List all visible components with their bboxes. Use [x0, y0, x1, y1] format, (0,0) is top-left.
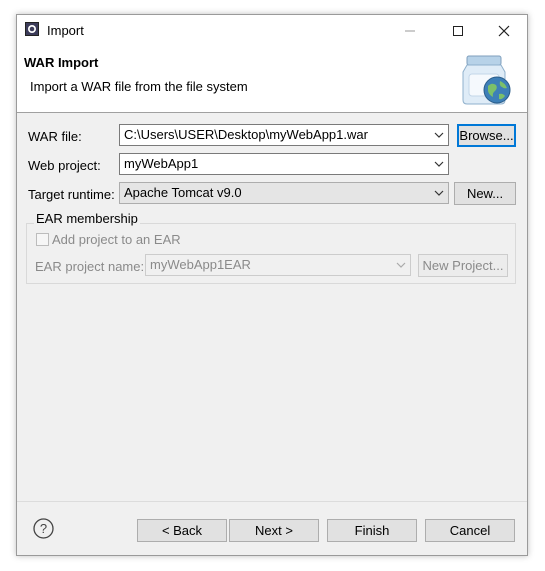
war-file-combo[interactable]: C:\Users\USER\Desktop\myWebApp1.war: [119, 124, 449, 146]
banner-title: WAR Import: [24, 55, 99, 70]
close-icon: [498, 25, 510, 36]
war-file-value: C:\Users\USER\Desktop\myWebApp1.war: [124, 127, 368, 142]
ear-project-value: myWebApp1EAR: [150, 257, 251, 272]
cancel-button[interactable]: Cancel: [425, 519, 515, 542]
next-button[interactable]: Next >: [229, 519, 319, 542]
svg-text:?: ?: [40, 521, 47, 536]
chevron-down-icon: [434, 190, 444, 196]
target-runtime-value: Apache Tomcat v9.0: [124, 185, 242, 200]
new-runtime-button[interactable]: New...: [454, 182, 516, 205]
chevron-down-icon: [434, 161, 444, 167]
ear-project-name-label: EAR project name:: [35, 259, 145, 274]
back-button[interactable]: < Back: [137, 519, 227, 542]
wizard-banner: WAR Import Import a WAR file from the fi…: [17, 46, 527, 113]
title-bar: Import: [17, 15, 527, 46]
close-button[interactable]: [481, 15, 527, 46]
war-import-jar-icon: [462, 55, 511, 105]
chevron-down-icon: [396, 262, 406, 268]
war-file-label: WAR file:: [28, 129, 82, 144]
import-dialog: Import WAR Import Import a WAR file from…: [16, 14, 528, 556]
minimize-button[interactable]: [387, 15, 433, 46]
new-ear-project-button[interactable]: New Project...: [418, 254, 508, 277]
web-project-value: myWebApp1: [124, 156, 199, 171]
add-to-ear-label: Add project to an EAR: [52, 232, 181, 247]
banner-description: Import a WAR file from the file system: [30, 79, 248, 94]
chevron-down-icon: [434, 132, 444, 138]
target-runtime-label: Target runtime:: [28, 187, 115, 202]
web-project-combo[interactable]: myWebApp1: [119, 153, 449, 175]
ear-membership-title: EAR membership: [34, 211, 140, 226]
eclipse-app-icon: [25, 22, 39, 36]
footer-separator: [17, 501, 527, 502]
browse-button[interactable]: Browse...: [457, 124, 516, 147]
target-runtime-combo[interactable]: Apache Tomcat v9.0: [119, 182, 449, 204]
window-title: Import: [47, 23, 84, 38]
finish-button[interactable]: Finish: [327, 519, 417, 542]
add-to-ear-checkbox[interactable]: [36, 233, 49, 246]
web-project-label: Web project:: [28, 158, 101, 173]
minimize-icon: [405, 30, 415, 31]
maximize-icon: [453, 25, 463, 36]
maximize-button[interactable]: [435, 15, 481, 46]
ear-project-combo[interactable]: myWebApp1EAR: [145, 254, 411, 276]
help-icon[interactable]: ?: [33, 518, 54, 539]
